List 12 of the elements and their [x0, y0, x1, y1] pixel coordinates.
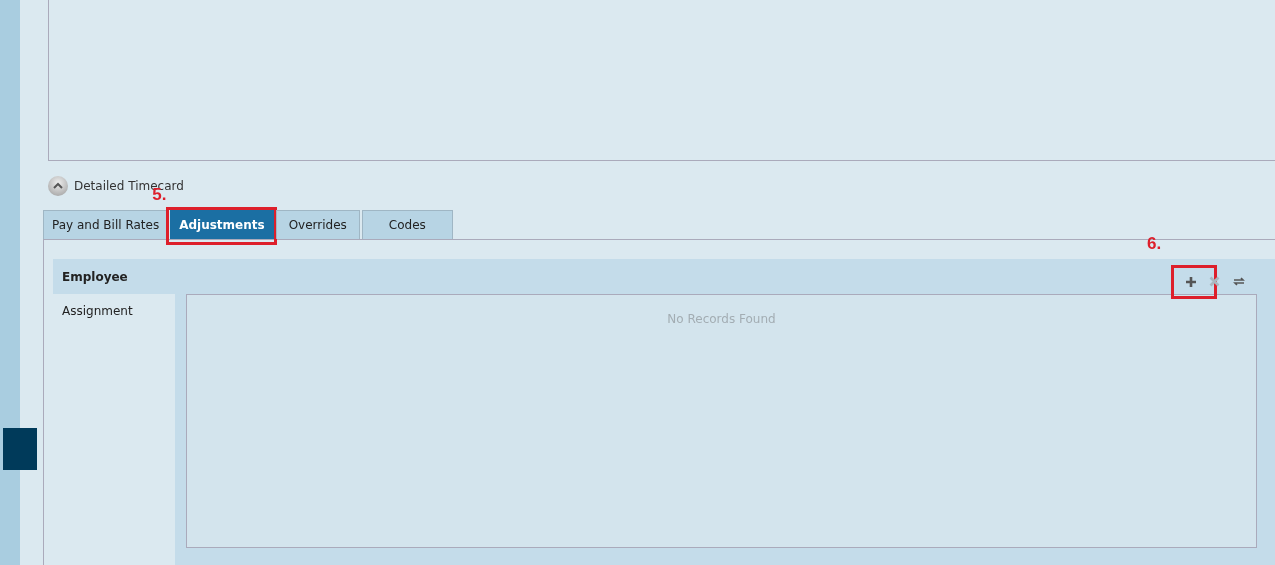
tab[interactable]: Codes	[361, 210, 453, 239]
collapse-button[interactable]	[48, 176, 68, 196]
list-item[interactable]: Assignment	[53, 296, 175, 326]
nav-block	[3, 428, 37, 470]
empty-message: No Records Found	[667, 312, 776, 327]
list-item[interactable]: Employee	[53, 261, 137, 292]
tab[interactable]: Adjustments	[170, 210, 274, 239]
step-number: 6.	[1147, 234, 1162, 252]
tab[interactable]: Pay and Bill Rates	[43, 210, 169, 239]
highlight-frame	[1171, 264, 1217, 299]
chevron-icon	[52, 182, 64, 190]
tab[interactable]: Overrides	[275, 210, 360, 239]
